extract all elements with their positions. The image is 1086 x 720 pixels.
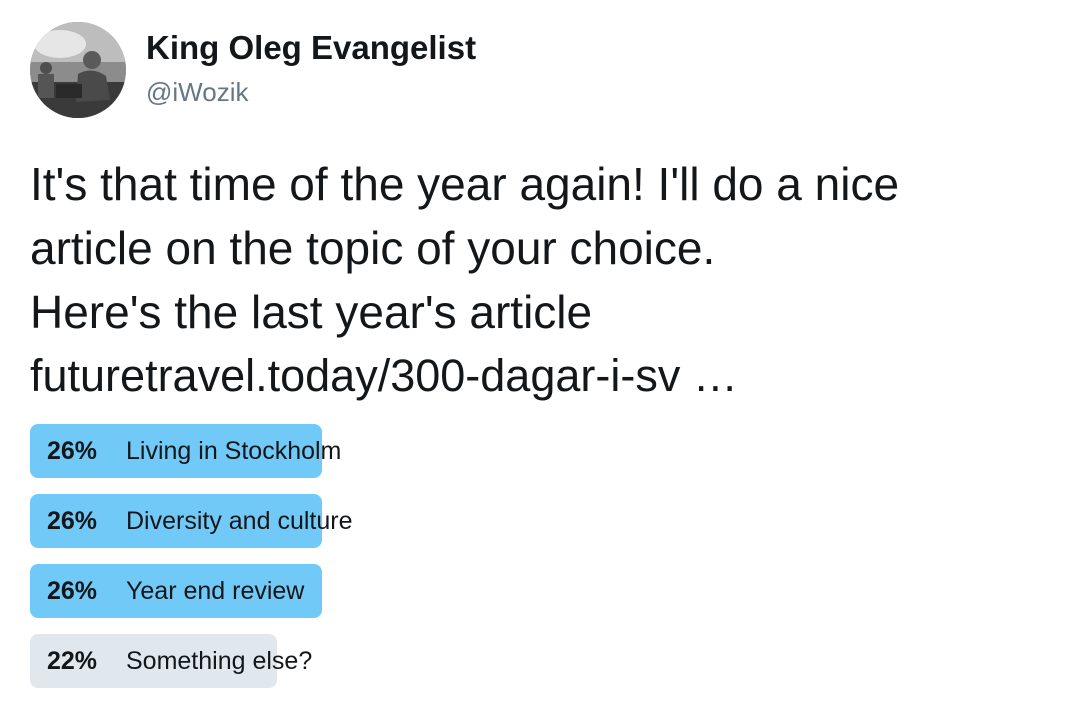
poll-option[interactable]: 26% Year end review bbox=[30, 564, 790, 618]
tweet-text-line: Here's the last year's article bbox=[30, 286, 593, 338]
article-link[interactable]: futuretravel.today/300-dagar-i-sv … bbox=[30, 344, 1086, 408]
poll-percent: 22% bbox=[47, 647, 98, 675]
profile-photo-icon bbox=[30, 22, 126, 118]
tweet-text-line: It's that time of the year again! I'll d… bbox=[30, 158, 900, 210]
tweet-text-line: article on the topic of your choice. bbox=[30, 222, 716, 274]
poll-option[interactable]: 26% Living in Stockholm bbox=[30, 424, 790, 478]
poll-percent: 26% bbox=[47, 577, 98, 605]
avatar[interactable] bbox=[30, 22, 126, 118]
poll-option-label: Year end review bbox=[126, 577, 305, 605]
poll-option[interactable]: 26% Diversity and culture bbox=[30, 494, 790, 548]
poll-percent: 26% bbox=[47, 437, 98, 465]
user-handle[interactable]: @iWozik bbox=[146, 76, 248, 108]
display-name[interactable]: King Oleg Evangelist bbox=[146, 28, 476, 68]
poll-option-label: Living in Stockholm bbox=[126, 437, 342, 465]
poll-percent: 26% bbox=[47, 507, 98, 535]
poll-option-label: Something else? bbox=[126, 647, 313, 675]
poll: 26% Living in Stockholm 26% Diversity an… bbox=[30, 424, 790, 704]
poll-option[interactable]: 22% Something else? bbox=[30, 634, 790, 688]
tweet-text: It's that time of the year again! I'll d… bbox=[30, 152, 1086, 408]
poll-option-label: Diversity and culture bbox=[126, 507, 353, 535]
